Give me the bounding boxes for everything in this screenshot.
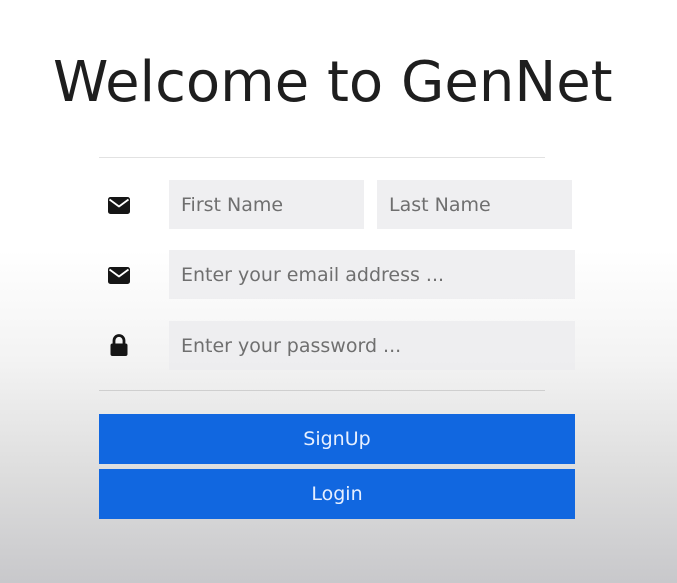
envelope-icon xyxy=(107,193,131,217)
password-field[interactable] xyxy=(169,321,575,370)
login-button[interactable]: Login xyxy=(99,469,575,519)
last-name-field[interactable] xyxy=(377,180,572,229)
first-name-field[interactable] xyxy=(169,180,364,229)
form-divider xyxy=(99,390,545,391)
envelope-icon xyxy=(107,263,131,287)
lock-icon xyxy=(107,333,131,357)
email-field[interactable] xyxy=(169,250,575,299)
page-title: Welcome to GenNet xyxy=(53,50,613,115)
top-divider xyxy=(99,157,545,158)
signup-button[interactable]: SignUp xyxy=(99,414,575,464)
